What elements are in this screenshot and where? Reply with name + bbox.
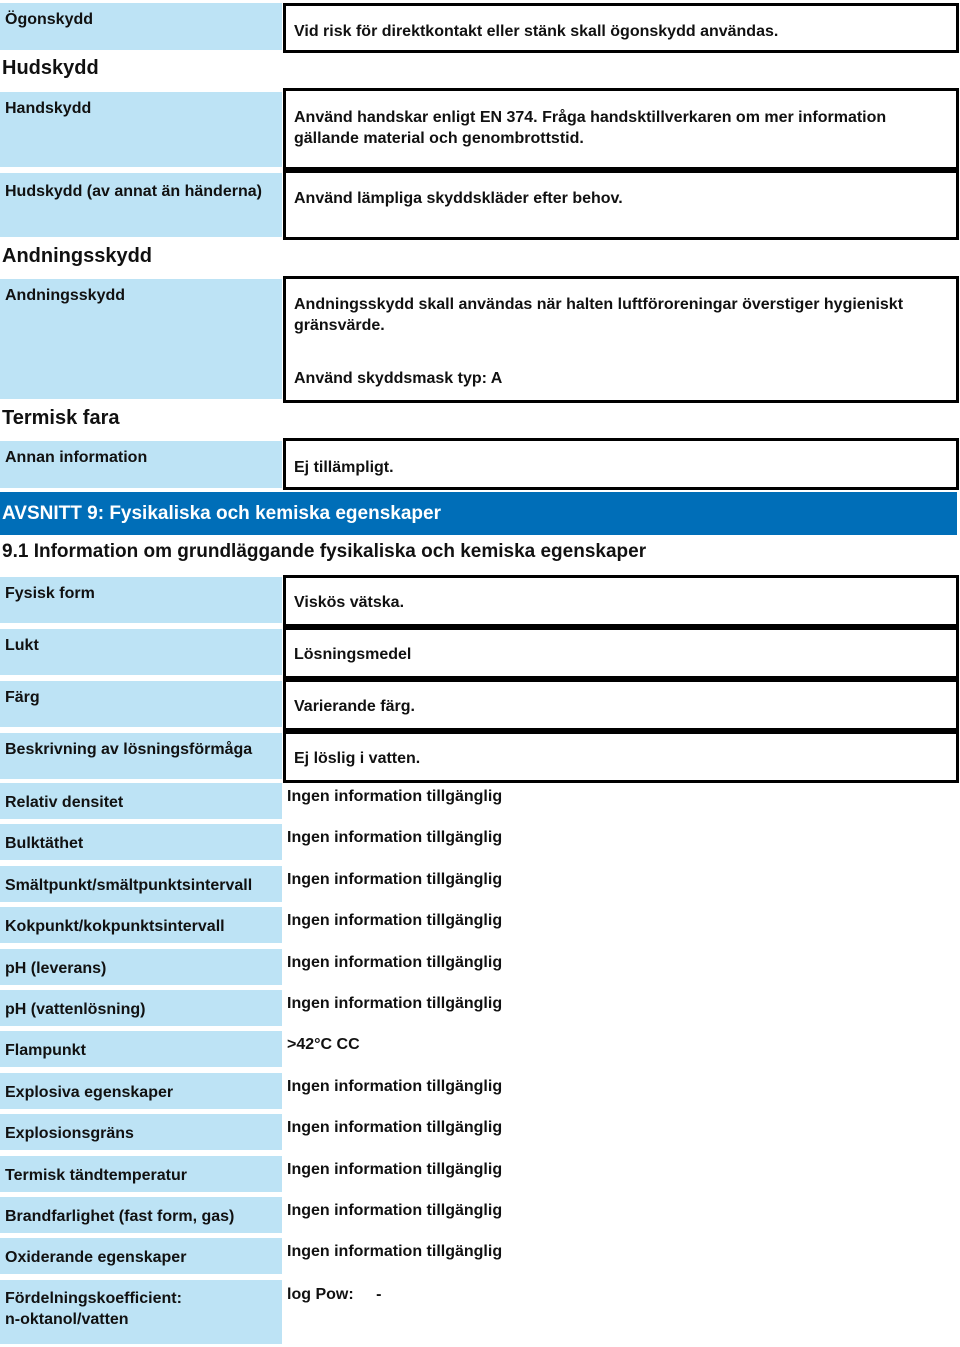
property-label: Termisk tändtemperatur — [0, 1155, 282, 1192]
property-label: Lukt — [0, 629, 282, 675]
log-pow-value: - — [376, 1286, 382, 1303]
partition-label-line1: Fördelningskoefficient: — [5, 1290, 182, 1307]
other-info-value: Ej tillämpligt. — [283, 438, 959, 490]
respiratory-mask-text: Använd skyddsmask typ: A — [294, 370, 503, 387]
partition-coefficient-label: Fördelningskoefficient: n-oktanol/vatten — [0, 1280, 282, 1344]
hand-protection-label: Handskydd — [0, 92, 282, 167]
property-label: Explosiva egenskaper — [0, 1072, 282, 1109]
property-label: Smältpunkt/smältpunktsintervall — [0, 865, 282, 902]
property-value: Ingen information tillgänglig — [287, 995, 503, 1012]
property-label: pH (leverans) — [0, 948, 282, 985]
respiratory-value: Andningsskydd skall användas när halten … — [283, 276, 959, 403]
partition-coefficient-value: log Pow: - — [287, 1286, 381, 1304]
property-value: Viskös vätska. — [294, 594, 405, 611]
property-value: Ingen information tillgänglig — [287, 829, 503, 847]
property-label: Brandfarlighet (fast form, gas) — [0, 1197, 282, 1233]
skin-other-text: Använd lämpliga skyddskläder efter behov… — [294, 190, 623, 207]
property-label: Fysisk form — [0, 577, 282, 623]
skin-other-label: Hudskydd (av annat än händerna) — [0, 173, 282, 237]
property-value-box: Viskös vätska. — [283, 575, 959, 627]
property-value: Ej löslig i vatten. — [294, 750, 421, 767]
property-value: Ingen information tillgänglig — [287, 1243, 503, 1261]
respiratory-text: Andningsskydd skall användas när halten … — [294, 296, 904, 334]
property-label: Bulktäthet — [0, 824, 282, 861]
property-value: Ingen information tillgänglig — [287, 953, 503, 971]
section-9-title-bar: AVSNITT 9: Fysikaliska och kemiska egens… — [0, 492, 957, 535]
property-label: Oxiderande egenskaper — [0, 1238, 282, 1275]
property-value: Lösningsmedel — [294, 646, 412, 663]
other-info-label: Annan information — [0, 441, 282, 488]
property-label: Explosionsgräns — [0, 1114, 282, 1151]
respiratory-heading: Andningsskydd — [2, 245, 153, 267]
skin-other-value: Använd lämpliga skyddskläder efter behov… — [283, 170, 959, 240]
property-label: Beskrivning av lösningsförmåga — [0, 733, 282, 779]
hand-protection-text: Använd handskar enligt EN 374. Fråga han… — [294, 109, 887, 147]
property-value: Ingen information tillgänglig — [287, 912, 503, 930]
property-value-box: Varierande färg. — [283, 679, 959, 731]
property-value: Ingen information tillgänglig — [287, 1202, 503, 1219]
eye-protection-value: Vid risk för direktkontakt eller stänk s… — [283, 3, 959, 53]
property-label: Färg — [0, 681, 282, 727]
respiratory-label: Andningsskydd — [0, 279, 282, 399]
property-value-box: Lösningsmedel — [283, 627, 959, 679]
section-9-1-subtitle: 9.1 Information om grundläggande fysikal… — [2, 541, 647, 562]
property-value: Varierande färg. — [294, 698, 415, 715]
partition-label-line2: n-oktanol/vatten — [5, 1311, 129, 1328]
property-value: Ingen information tillgänglig — [287, 1160, 503, 1178]
property-label: Flampunkt — [0, 1031, 282, 1068]
thermal-hazard-heading: Termisk fara — [2, 407, 120, 429]
skin-protection-heading: Hudskydd — [2, 57, 99, 79]
log-pow-label: log Pow: — [287, 1286, 354, 1303]
property-value: >42°C CC — [287, 1036, 360, 1054]
eye-protection-text: Vid risk för direktkontakt eller stänk s… — [294, 23, 779, 40]
property-label: Relativ densitet — [0, 783, 282, 819]
property-value: Ingen information tillgänglig — [287, 1119, 503, 1137]
eye-protection-label: Ögonskydd — [0, 3, 282, 50]
property-value: Ingen information tillgänglig — [287, 870, 503, 888]
property-value: Ingen information tillgänglig — [287, 1077, 503, 1095]
property-value: Ingen information tillgänglig — [287, 788, 503, 805]
property-label: pH (vattenlösning) — [0, 990, 282, 1026]
property-label: Kokpunkt/kokpunktsintervall — [0, 907, 282, 944]
property-value-box: Ej löslig i vatten. — [283, 731, 959, 783]
other-info-text: Ej tillämpligt. — [294, 459, 394, 476]
hand-protection-value: Använd handskar enligt EN 374. Fråga han… — [283, 88, 959, 170]
